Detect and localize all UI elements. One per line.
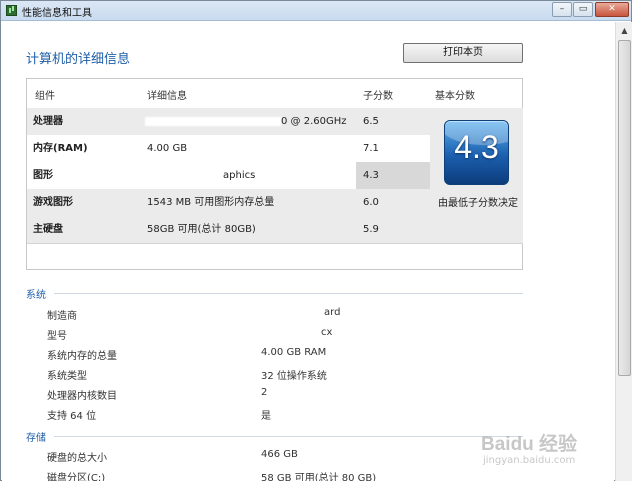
section-divider xyxy=(54,436,523,437)
close-button[interactable]: ✕ xyxy=(595,2,629,17)
spec-value: 58 GB 可用(总计 80 GB) xyxy=(261,473,377,481)
section-divider xyxy=(54,293,523,294)
table-row: 处理器 0 @ 2.60GHz 6.5 xyxy=(27,108,430,135)
row-subscore: 6.0 xyxy=(363,197,379,208)
scroll-up-arrow-icon[interactable]: ▲ xyxy=(616,22,632,39)
row-component: 主硬盘 xyxy=(33,224,63,235)
spec-value: 2 xyxy=(261,387,268,398)
redacted-area xyxy=(145,171,219,180)
performance-app-icon xyxy=(6,5,17,16)
spec-value: 4.00 GB RAM xyxy=(261,347,327,358)
row-detail: aphics xyxy=(223,170,256,181)
section-title-storage: 存储 xyxy=(26,433,46,444)
table-row: 内存(RAM) 4.00 GB 7.1 xyxy=(27,135,430,162)
header-base-score: 基本分数 xyxy=(435,91,475,102)
title-bar[interactable]: 性能信息和工具 – ▭ ✕ xyxy=(1,1,631,21)
minimize-button[interactable]: – xyxy=(552,2,572,17)
score-table: 组件 详细信息 子分数 基本分数 处理器 0 @ 2.60GHz 6.5 内存(… xyxy=(26,78,523,270)
window-title: 性能信息和工具 xyxy=(22,8,92,19)
header-component: 组件 xyxy=(35,91,55,102)
spec-label: 磁盘分区(C:) xyxy=(47,473,106,481)
details-content: 计算机的详细信息 打印本页 组件 详细信息 子分数 基本分数 处理器 0 @ 2… xyxy=(2,22,614,481)
table-row: 游戏图形 1543 MB 可用图形内存总量 6.0 xyxy=(27,189,430,216)
spec-value: ard xyxy=(324,307,341,318)
row-component: 处理器 xyxy=(33,116,63,127)
row-subscore: 4.3 xyxy=(363,170,379,181)
spec-label: 硬盘的总大小 xyxy=(47,453,107,464)
print-page-button[interactable]: 打印本页 xyxy=(403,43,523,63)
row-detail: 4.00 GB xyxy=(147,143,188,154)
spec-value: 466 GB xyxy=(261,449,298,460)
spec-label: 系统类型 xyxy=(47,371,87,382)
spec-value: 是 xyxy=(261,411,271,422)
row-subscore: 5.9 xyxy=(363,224,379,235)
base-score-panel: 4.3 由最低子分数决定 xyxy=(430,108,523,243)
page-title: 计算机的详细信息 xyxy=(26,52,131,67)
row-detail: 1543 MB 可用图形内存总量 xyxy=(147,197,275,208)
spec-label: 支持 64 位 xyxy=(47,411,97,422)
row-component: 图形 xyxy=(33,170,53,181)
spec-label: 系统内存的总量 xyxy=(47,351,117,362)
header-subscore: 子分数 xyxy=(363,91,393,102)
spec-label: 处理器内核数目 xyxy=(47,391,117,402)
spec-value: 32 位操作系统 xyxy=(261,371,327,382)
section-title-system: 系统 xyxy=(26,290,46,301)
row-component: 内存(RAM) xyxy=(33,143,88,154)
watermark-url: jingyan.baidu.com xyxy=(483,455,576,466)
redacted-area xyxy=(261,330,319,339)
base-score-tile: 4.3 xyxy=(444,120,509,185)
performance-info-window: 性能信息和工具 – ▭ ✕ 计算机的详细信息 打印本页 组件 详细信息 子分数 … xyxy=(0,0,632,481)
scrollbar-thumb[interactable] xyxy=(618,40,631,376)
table-footer xyxy=(27,243,523,270)
row-component: 游戏图形 xyxy=(33,197,73,208)
base-score-value: 4.3 xyxy=(454,129,499,165)
spec-value: cx xyxy=(321,327,333,338)
row-detail: 58GB 可用(总计 80GB) xyxy=(147,224,256,235)
baidu-watermark: Baidu 经验 jingyan.baidu.com xyxy=(461,429,611,469)
base-score-caption: 由最低子分数决定 xyxy=(438,198,518,209)
table-row: 图形 aphics 4.3 xyxy=(27,162,430,189)
spec-label: 制造商 xyxy=(47,311,77,322)
header-detail: 详细信息 xyxy=(147,91,187,102)
spec-label: 型号 xyxy=(47,331,67,342)
row-detail: 0 @ 2.60GHz xyxy=(281,116,347,127)
row-subscore: 6.5 xyxy=(363,116,379,127)
vertical-scrollbar[interactable]: ▲ xyxy=(615,22,632,481)
maximize-button[interactable]: ▭ xyxy=(573,2,593,17)
row-subscore: 7.1 xyxy=(363,143,379,154)
table-row: 主硬盘 58GB 可用(总计 80GB) 5.9 xyxy=(27,216,430,243)
redacted-area xyxy=(145,117,281,126)
watermark-brand: Baidu 经验 xyxy=(481,434,578,455)
